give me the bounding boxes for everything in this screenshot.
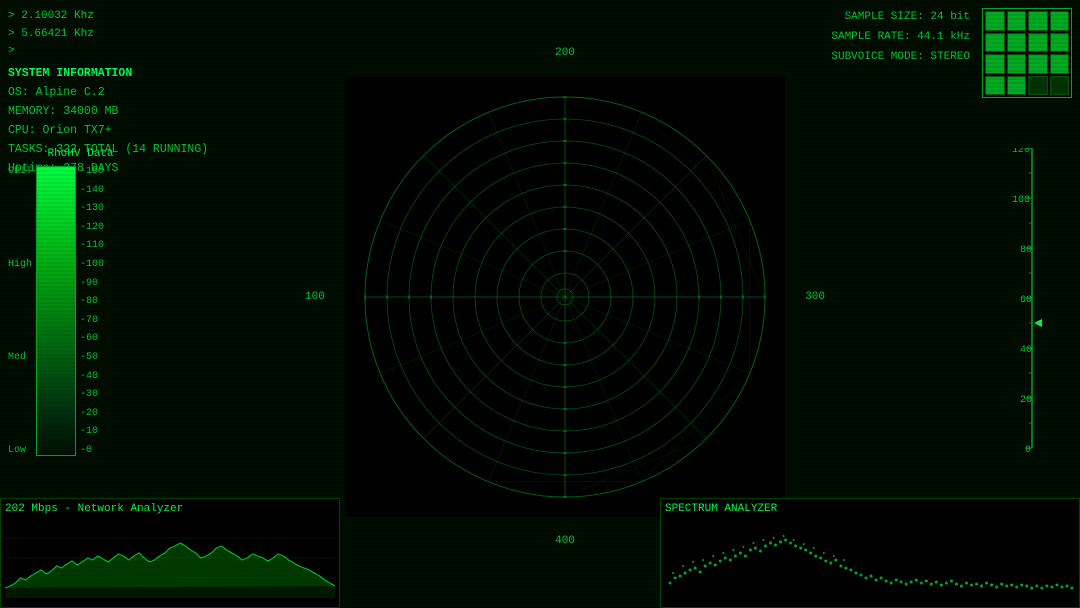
val-150: -150 — [80, 166, 104, 177]
legend-labels-right: -150 -140 -130 -120 -110 -100 -90 -80 -7… — [76, 166, 104, 456]
rhohv-legend: RhoHV Data CRIT High Med Low -150 -140 -… — [8, 148, 153, 456]
grid-cell-5 — [985, 33, 1005, 53]
grid-cell-12 — [1050, 54, 1070, 74]
val-130: -130 — [80, 203, 104, 214]
legend-labels-left: CRIT High Med Low — [8, 166, 36, 456]
svg-text:120: 120 — [1012, 148, 1030, 156]
val-10: -10 — [80, 426, 104, 437]
radar-label-bottom: 400 — [555, 535, 575, 547]
val-110: -110 — [80, 240, 104, 251]
val-70: -70 — [80, 315, 104, 326]
svg-text:60: 60 — [1020, 295, 1032, 306]
svg-text:20: 20 — [1020, 395, 1032, 406]
freq1-text: > 2.10032 Khz — [8, 8, 94, 26]
svg-text:100: 100 — [1012, 195, 1030, 206]
val-40: -40 — [80, 371, 104, 382]
radar-label-left: 100 — [305, 291, 325, 303]
radar-section: 200 400 100 300 — [150, 85, 980, 508]
low-label: Low — [8, 445, 32, 456]
frequency-1: > 2.10032 Khz — [8, 8, 268, 26]
val-50: -50 — [80, 352, 104, 363]
grid-cell-8 — [1050, 33, 1070, 53]
svg-text:80: 80 — [1020, 245, 1032, 256]
val-30: -30 — [80, 389, 104, 400]
radar-label-right: 300 — [805, 291, 825, 303]
grid-cell-13 — [985, 76, 1005, 96]
spectrum-analyzer-title: SPECTRUM ANALYZER — [665, 503, 1075, 515]
caret-text: > — [8, 43, 15, 61]
freq2-text: > 5.66421 Khz — [8, 26, 94, 44]
val-100: -100 — [80, 259, 104, 270]
grid-cell-11 — [1028, 54, 1048, 74]
caret-line: > — [8, 43, 268, 61]
grid-display — [982, 8, 1072, 98]
radar-label-top: 200 — [555, 47, 575, 59]
network-analyzer-title: 202 Mbps - Network Analyzer — [5, 503, 335, 515]
val-140: -140 — [80, 185, 104, 196]
right-ruler: 120 100 80 60 40 20 0 — [1012, 148, 1072, 468]
frequency-2: > 5.66421 Khz — [8, 26, 268, 44]
val-80: -80 — [80, 296, 104, 307]
radar-container: 200 400 100 300 — [345, 77, 785, 517]
val-0: -0 — [80, 445, 104, 456]
grid-cell-16 — [1050, 76, 1070, 96]
network-graph-svg — [5, 518, 335, 598]
spectrum-graph — [665, 518, 1075, 598]
grid-cell-4 — [1050, 11, 1070, 31]
sys-title: SYSTEM INFORMATION — [8, 65, 268, 84]
grid-cell-6 — [1007, 33, 1027, 53]
subvoice-mode: SUBVOICE MODE: STEREO — [831, 48, 970, 68]
rhohv-title: RhoHV Data — [8, 148, 153, 160]
sample-info: SAMPLE SIZE: 24 bit SAMPLE RATE: 44.1 kH… — [831, 8, 970, 67]
val-20: -20 — [80, 408, 104, 419]
high-label: High — [8, 259, 32, 270]
val-60: -60 — [80, 333, 104, 344]
radar-svg — [345, 77, 785, 517]
ruler-svg: 120 100 80 60 40 20 0 — [1012, 148, 1067, 468]
val-120: -120 — [80, 222, 104, 233]
crit-label: CRIT — [8, 166, 32, 177]
main-layout: > 2.10032 Khz > 5.66421 Khz > SYSTEM INF… — [0, 0, 1080, 608]
grid-cell-9 — [985, 54, 1005, 74]
sample-rate: SAMPLE RATE: 44.1 kHz — [831, 28, 970, 48]
val-90: -90 — [80, 278, 104, 289]
grid-cell-7 — [1028, 33, 1048, 53]
network-graph — [5, 518, 335, 598]
svg-text:0: 0 — [1025, 445, 1031, 456]
grid-cell-15 — [1028, 76, 1048, 96]
sample-size: SAMPLE SIZE: 24 bit — [831, 8, 970, 28]
med-label: Med — [8, 352, 32, 363]
grid-cell-2 — [1007, 11, 1027, 31]
grid-cell-3 — [1028, 11, 1048, 31]
spectrum-analyzer: SPECTRUM ANALYZER — [660, 498, 1080, 608]
legend-bar — [36, 166, 76, 456]
grid-cell-14 — [1007, 76, 1027, 96]
grid-cell-1 — [985, 11, 1005, 31]
network-analyzer: 202 Mbps - Network Analyzer — [0, 498, 340, 608]
spectrum-graph-svg — [665, 518, 1075, 598]
svg-text:40: 40 — [1020, 345, 1032, 356]
grid-cell-10 — [1007, 54, 1027, 74]
